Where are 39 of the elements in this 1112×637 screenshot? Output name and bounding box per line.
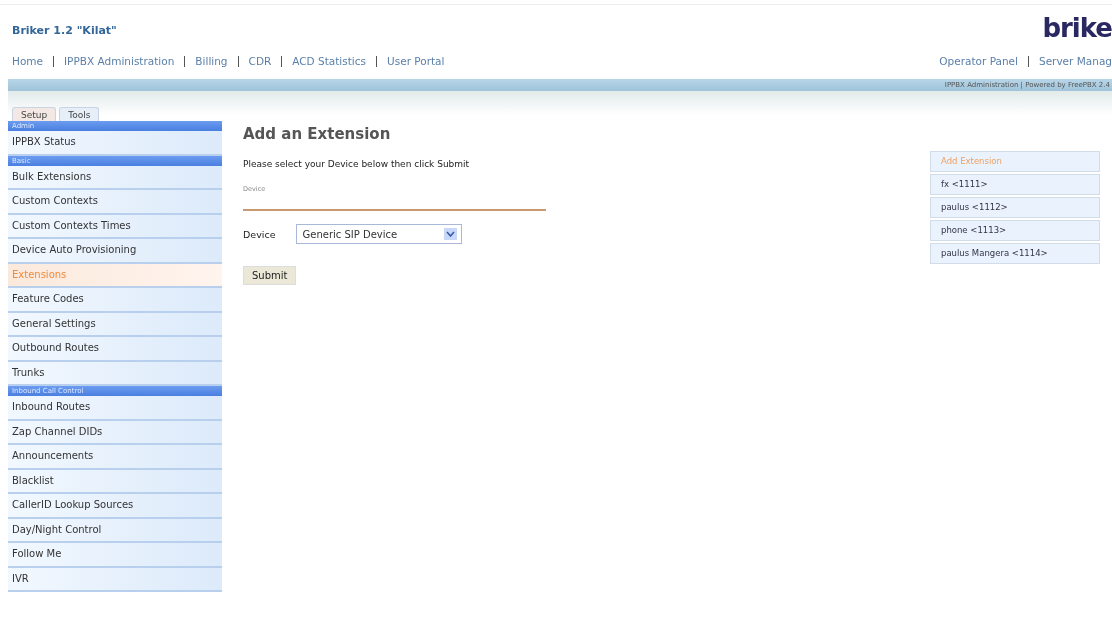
sidebar-item[interactable]: Custom Contexts <box>8 190 222 215</box>
sidebar-item[interactable]: Outbound Routes <box>8 337 222 362</box>
caret-icon <box>443 228 457 240</box>
sidebar-item[interactable]: Device Auto Provisioning <box>8 239 222 264</box>
nav-link[interactable]: CDR <box>248 55 272 67</box>
nav-link[interactable]: IPPBX Administration <box>64 55 175 67</box>
sidebar-item[interactable]: CallerID Lookup Sources <box>8 494 222 519</box>
nav-link[interactable]: User Portal <box>387 55 445 67</box>
nav-link[interactable]: Billing <box>195 55 228 67</box>
extension-link[interactable]: paulus <1112> <box>930 197 1100 218</box>
sidebar-item[interactable]: Day/Night Control <box>8 518 222 543</box>
nav-link[interactable]: ACD Statistics <box>292 55 367 67</box>
app-title: Briker 1.2 "Kilat" <box>12 24 117 39</box>
device-dropdown[interactable]: Generic SIP Device <box>295 224 462 244</box>
sidebar-item[interactable]: Feature Codes <box>8 288 222 313</box>
nav-link[interactable]: Server Manag <box>1038 55 1112 67</box>
tab[interactable]: Setup <box>12 107 57 121</box>
logo: brike <box>1042 13 1112 43</box>
sidebar-item[interactable]: Zap Channel DIDs <box>8 420 222 445</box>
page-heading: Add an Extension <box>243 125 392 143</box>
nav-link[interactable]: Home <box>12 55 43 67</box>
field-label: Device <box>243 228 276 240</box>
sidebar-item[interactable]: Inbound Routes <box>8 396 222 421</box>
extension-link[interactable]: paulus Mangera <1114> <box>930 243 1100 264</box>
nav-link[interactable]: Operator Panel <box>939 55 1018 67</box>
sidebar-item[interactable]: Bulk Extensions <box>8 165 222 190</box>
sidebar-item[interactable]: Announcements <box>8 445 222 470</box>
submit-button[interactable]: Submit <box>243 266 297 285</box>
instruction-text: Please select your Device below then click Submit <box>243 159 471 169</box>
sidebar-item[interactable]: IVR <box>8 567 222 592</box>
sidebar-item[interactable]: Follow Me <box>8 543 222 568</box>
sidebar-item[interactable]: Custom Contexts Times <box>8 214 222 239</box>
extension-link[interactable]: phone <1113> <box>930 220 1100 241</box>
sidebar-item[interactable]: Blacklist <box>8 469 222 494</box>
tab[interactable]: Tools <box>59 107 100 121</box>
sidebar-item[interactable]: Trunks <box>8 361 222 386</box>
extension-link[interactable]: fx <1111> <box>930 174 1100 195</box>
sidebar-item[interactable]: IPPBX Status <box>8 131 222 156</box>
sidebar-item[interactable]: General Settings <box>8 312 222 337</box>
